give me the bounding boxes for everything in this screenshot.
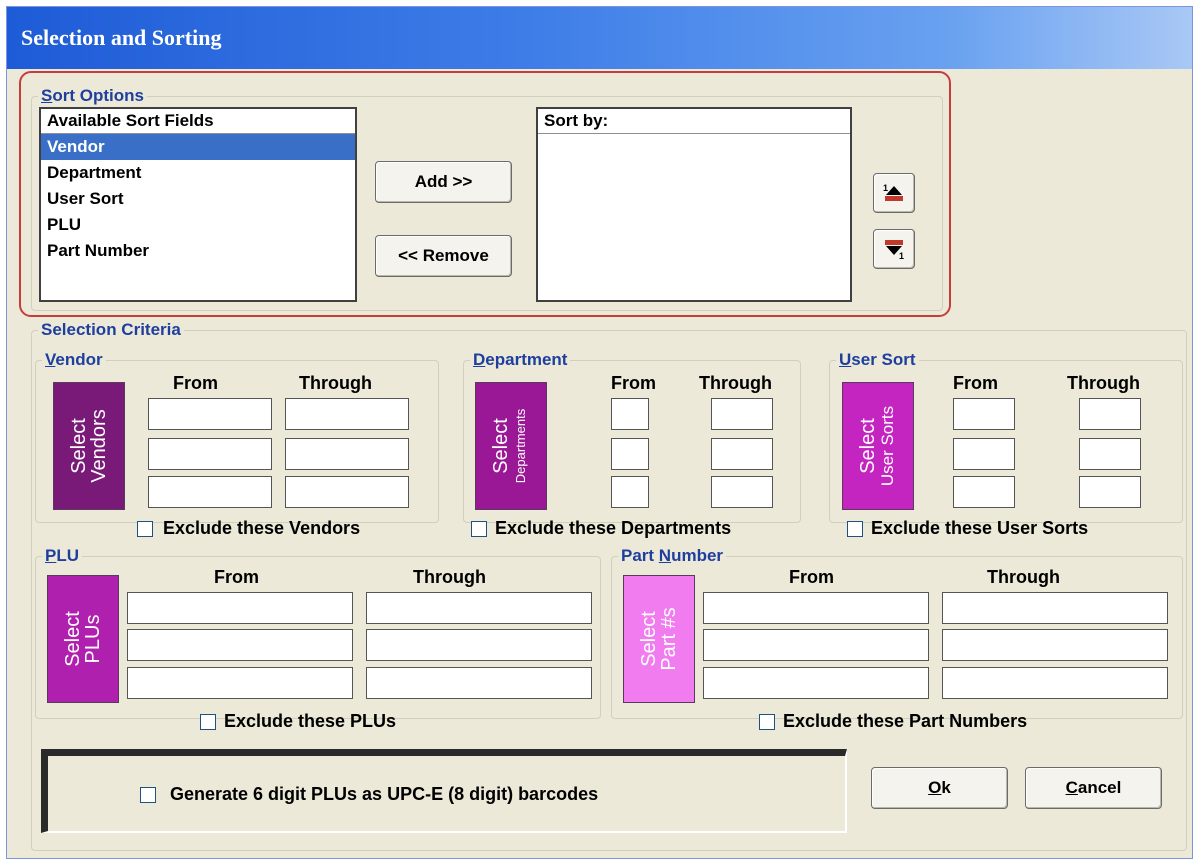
sort-field-part-number[interactable]: Part Number bbox=[41, 238, 355, 264]
plu-legend: PLU bbox=[45, 546, 80, 565]
select-departments-button[interactable]: Select Departments bbox=[475, 382, 547, 510]
exclude-plus-checkbox[interactable]: Exclude these PLUs bbox=[200, 711, 396, 732]
part-number-legend: Part Number bbox=[621, 546, 724, 565]
selection-criteria-legend: Selection Criteria bbox=[41, 320, 181, 339]
department-legend: Department bbox=[473, 350, 568, 369]
department-from-input[interactable] bbox=[611, 476, 649, 508]
checkbox-box[interactable] bbox=[847, 520, 863, 537]
user-sort-through-input[interactable] bbox=[1079, 398, 1141, 430]
plu-from-input[interactable] bbox=[127, 667, 353, 699]
move-down-button[interactable]: 1 bbox=[873, 229, 915, 269]
user-sort-from-label: From bbox=[953, 373, 998, 393]
department-from-input[interactable] bbox=[611, 438, 649, 470]
vendor-through-label: Through bbox=[299, 373, 372, 393]
user-sort-through-input[interactable] bbox=[1079, 476, 1141, 508]
select-user-sorts-button[interactable]: Select User Sorts bbox=[842, 382, 914, 510]
svg-text:1: 1 bbox=[899, 251, 904, 260]
move-up-icon: 1 bbox=[883, 183, 903, 201]
sort-options-legend: Sort Options bbox=[41, 86, 144, 105]
select-plus-button[interactable]: Select PLUs bbox=[47, 575, 119, 703]
checkbox-box[interactable] bbox=[137, 520, 153, 537]
checkbox-box[interactable] bbox=[471, 520, 487, 537]
department-through-input[interactable] bbox=[711, 476, 773, 508]
plu-from-input[interactable] bbox=[127, 629, 353, 661]
sort-field-user-sort[interactable]: User Sort bbox=[41, 186, 355, 212]
exclude-vendors-checkbox[interactable]: Exclude these Vendors bbox=[137, 518, 360, 539]
ok-button[interactable]: Ok bbox=[871, 767, 1008, 809]
department-through-label: Through bbox=[699, 373, 772, 393]
select-vendors-button[interactable]: Select Vendors bbox=[53, 382, 125, 510]
exclude-departments-checkbox[interactable]: Exclude these Departments bbox=[471, 518, 731, 539]
sort-field-department[interactable]: Department bbox=[41, 160, 355, 186]
sort-by-header: Sort by: bbox=[538, 109, 850, 134]
department-from-input[interactable] bbox=[611, 398, 649, 430]
exclude-part-numbers-checkbox[interactable]: Exclude these Part Numbers bbox=[759, 711, 1027, 732]
user-sort-through-label: Through bbox=[1067, 373, 1140, 393]
plu-through-label: Through bbox=[413, 567, 486, 587]
user-sort-from-input[interactable] bbox=[953, 476, 1015, 508]
vendor-from-input[interactable] bbox=[148, 398, 272, 430]
plu-from-label: From bbox=[214, 567, 259, 587]
exclude-user-sorts-label: Exclude these User Sorts bbox=[871, 518, 1089, 538]
part-number-from-label: From bbox=[789, 567, 834, 587]
cancel-button[interactable]: Cancel bbox=[1025, 767, 1162, 809]
part-number-through-input[interactable] bbox=[942, 667, 1168, 699]
checkbox-box[interactable] bbox=[200, 713, 216, 730]
checkbox-box[interactable] bbox=[759, 713, 775, 730]
department-through-input[interactable] bbox=[711, 398, 773, 430]
part-number-from-input[interactable] bbox=[703, 592, 929, 624]
vendor-through-input[interactable] bbox=[285, 398, 409, 430]
vendor-through-input[interactable] bbox=[285, 438, 409, 470]
vendor-from-label: From bbox=[173, 373, 218, 393]
user-sort-from-input[interactable] bbox=[953, 438, 1015, 470]
part-number-through-input[interactable] bbox=[942, 592, 1168, 624]
part-number-from-input[interactable] bbox=[703, 667, 929, 699]
exclude-vendors-label: Exclude these Vendors bbox=[163, 518, 361, 538]
user-sort-from-input[interactable] bbox=[953, 398, 1015, 430]
generate-upce-label: Generate 6 digit PLUs as UPC-E (8 digit)… bbox=[170, 784, 599, 804]
vendor-legend: Vendor bbox=[45, 350, 103, 369]
exclude-departments-label: Exclude these Departments bbox=[495, 518, 732, 538]
user-sort-legend: User Sort bbox=[839, 350, 916, 369]
title-bar[interactable]: Selection and Sorting bbox=[7, 7, 1192, 69]
plu-through-input[interactable] bbox=[366, 592, 592, 624]
svg-text:1: 1 bbox=[883, 183, 888, 193]
move-up-button[interactable]: 1 bbox=[873, 173, 915, 213]
barcode-options-panel: Generate 6 digit PLUs as UPC-E (8 digit)… bbox=[41, 749, 847, 833]
selection-and-sorting-window: Selection and Sorting Sort Options Avail… bbox=[6, 6, 1193, 859]
user-sort-through-input[interactable] bbox=[1079, 438, 1141, 470]
exclude-part-numbers-label: Exclude these Part Numbers bbox=[783, 711, 1028, 731]
plu-through-input[interactable] bbox=[366, 629, 592, 661]
vendor-through-input[interactable] bbox=[285, 476, 409, 508]
checkbox-box[interactable] bbox=[140, 786, 156, 803]
department-through-input[interactable] bbox=[711, 438, 773, 470]
move-down-icon: 1 bbox=[885, 240, 904, 260]
select-part-numbers-button[interactable]: Select Part #s bbox=[623, 575, 695, 703]
available-sort-fields-header: Available Sort Fields bbox=[41, 109, 355, 134]
sort-field-plu[interactable]: PLU bbox=[41, 212, 355, 238]
part-number-through-input[interactable] bbox=[942, 629, 1168, 661]
sort-field-vendor[interactable]: Vendor bbox=[41, 134, 355, 160]
department-from-label: From bbox=[611, 373, 656, 393]
add-button[interactable]: Add >> bbox=[375, 161, 512, 203]
part-number-through-label: Through bbox=[987, 567, 1060, 587]
vendor-from-input[interactable] bbox=[148, 476, 272, 508]
available-sort-fields-list[interactable]: Available Sort Fields Vendor Department … bbox=[39, 107, 357, 302]
plu-from-input[interactable] bbox=[127, 592, 353, 624]
generate-upce-checkbox[interactable]: Generate 6 digit PLUs as UPC-E (8 digit)… bbox=[140, 784, 598, 805]
part-number-from-input[interactable] bbox=[703, 629, 929, 661]
exclude-plus-label: Exclude these PLUs bbox=[224, 711, 397, 731]
vendor-from-input[interactable] bbox=[148, 438, 272, 470]
window-title: Selection and Sorting bbox=[21, 25, 222, 50]
remove-button[interactable]: << Remove bbox=[375, 235, 512, 277]
plu-through-input[interactable] bbox=[366, 667, 592, 699]
sort-by-list[interactable]: Sort by: bbox=[536, 107, 852, 302]
exclude-user-sorts-checkbox[interactable]: Exclude these User Sorts bbox=[847, 518, 1088, 539]
